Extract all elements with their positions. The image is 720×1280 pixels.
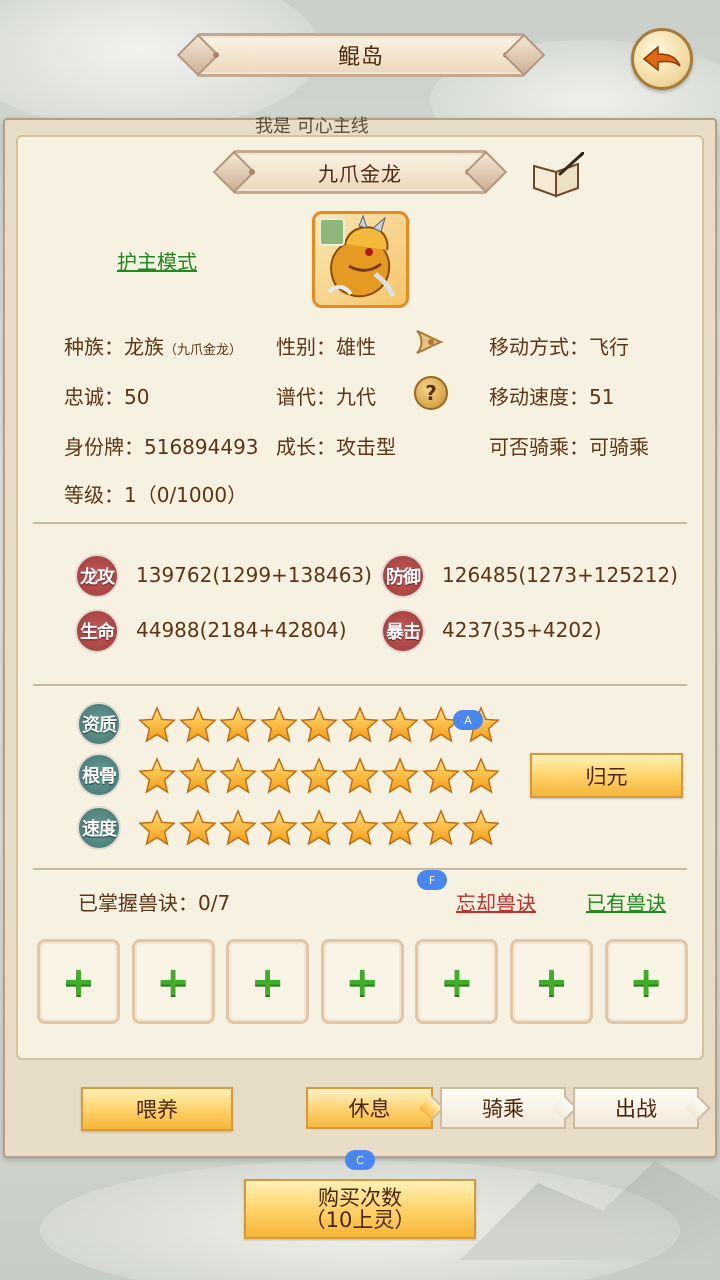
- pet-name: 九爪金龙: [318, 161, 402, 186]
- lock-icon: [319, 218, 345, 246]
- skill-slot[interactable]: +: [604, 939, 688, 1024]
- forget-skill-link[interactable]: 忘却兽诀: [456, 887, 536, 916]
- star-icon: [300, 809, 338, 847]
- level-info: 等级：1（0/1000）: [64, 483, 248, 507]
- divider: [33, 684, 687, 686]
- star-icon: [138, 757, 176, 795]
- gender-info: 性别：雄性: [276, 335, 376, 359]
- buy-cost-label: （10上灵）: [304, 1208, 416, 1232]
- plus-icon: +: [534, 958, 569, 1005]
- help-question-icon[interactable]: ?: [414, 376, 448, 410]
- speed-badge: 速度: [77, 806, 121, 850]
- star-icon: [178, 757, 217, 795]
- owned-skills-link[interactable]: 已有兽诀: [586, 887, 666, 916]
- divider: [33, 522, 687, 524]
- marker-a[interactable]: A: [453, 710, 483, 730]
- plus-icon: +: [156, 958, 190, 1005]
- plus-icon: +: [440, 958, 474, 1005]
- star-icon: [421, 809, 460, 847]
- star-icon: [178, 809, 217, 847]
- plus-icon: +: [629, 958, 663, 1005]
- star-icon: [138, 809, 176, 847]
- hp-badge: 生命: [75, 609, 119, 653]
- star-icon: [178, 706, 217, 744]
- star-icon: [340, 809, 379, 847]
- map-title-banner: 鲲岛: [196, 33, 526, 77]
- divider: [33, 868, 687, 870]
- switch-arrow-icon[interactable]: [413, 327, 447, 357]
- defense-badge: 防御: [381, 554, 425, 598]
- star-icon: [340, 706, 379, 744]
- star-icon: [421, 757, 460, 795]
- tab-ride[interactable]: 骑乘: [440, 1087, 566, 1129]
- buy-count-label: 购买次数: [318, 1185, 402, 1210]
- star-icon: [300, 706, 338, 744]
- move-speed-info: 移动速度：51: [489, 385, 615, 409]
- star-icon: [259, 706, 298, 744]
- tab-battle[interactable]: 出战: [573, 1087, 699, 1129]
- star-icon: [381, 706, 419, 744]
- reset-button[interactable]: 归元: [530, 753, 683, 798]
- crit-value: 4237(35+4202): [442, 618, 602, 642]
- star-icon: [219, 706, 257, 744]
- star-icon: [462, 809, 500, 847]
- guard-mode-link[interactable]: 护主模式: [117, 246, 197, 275]
- generation-info: 谱代：九代: [276, 385, 376, 409]
- defense-value: 126485(1273+125212): [442, 563, 678, 587]
- skill-slot[interactable]: +: [510, 939, 593, 1024]
- skill-slot[interactable]: +: [226, 939, 310, 1024]
- back-button[interactable]: [631, 28, 693, 90]
- pet-guide-book-icon[interactable]: [530, 152, 584, 198]
- marker-c[interactable]: C: [345, 1150, 375, 1170]
- skill-slot[interactable]: +: [131, 939, 215, 1024]
- growth-info: 成长：攻击型: [276, 435, 396, 459]
- attack-value: 139762(1299+138463): [136, 563, 372, 587]
- hp-value: 44988(2184+42804): [136, 618, 347, 642]
- bone-badge: 根骨: [77, 753, 121, 797]
- crit-badge: 暴击: [381, 609, 425, 653]
- feed-button[interactable]: 喂养: [81, 1087, 233, 1131]
- plus-icon: +: [345, 958, 380, 1005]
- buy-count-button[interactable]: 购买次数 （10上灵）: [244, 1179, 476, 1239]
- tab-rest[interactable]: 休息: [306, 1087, 433, 1129]
- pet-avatar: [312, 211, 409, 308]
- marker-f[interactable]: F: [417, 870, 447, 890]
- aptitude-badge: 资质: [77, 702, 121, 746]
- star-icon: [300, 757, 338, 795]
- skill-slot[interactable]: +: [37, 939, 120, 1024]
- pet-name-banner: 九爪金龙: [232, 150, 488, 194]
- loyalty-info: 忠诚：50: [64, 385, 150, 409]
- id-info: 身份牌：516894493: [64, 435, 259, 459]
- move-type-info: 移动方式：飞行: [489, 335, 629, 359]
- back-arrow-icon: [642, 45, 681, 72]
- attack-badge: 龙攻: [75, 554, 119, 598]
- map-title: 鲲岛: [337, 45, 384, 70]
- race-info: 种族：龙族（九爪金龙）: [64, 335, 243, 359]
- star-icon: [259, 757, 298, 795]
- star-icon: [462, 757, 500, 795]
- star-icon: [219, 809, 257, 847]
- star-icon: [259, 809, 298, 847]
- star-icon: [381, 757, 419, 795]
- skill-slot[interactable]: +: [320, 939, 404, 1024]
- star-icon: [381, 809, 419, 847]
- star-icon: [138, 706, 176, 744]
- star-icon: [219, 757, 257, 795]
- mastered-skills-count: 已掌握兽诀：0/7: [78, 891, 231, 915]
- star-icon: [340, 757, 379, 795]
- plus-icon: +: [250, 958, 285, 1005]
- ride-info: 可否骑乘：可骑乘: [489, 435, 649, 459]
- plus-icon: +: [61, 958, 96, 1005]
- skill-slot[interactable]: +: [415, 939, 499, 1024]
